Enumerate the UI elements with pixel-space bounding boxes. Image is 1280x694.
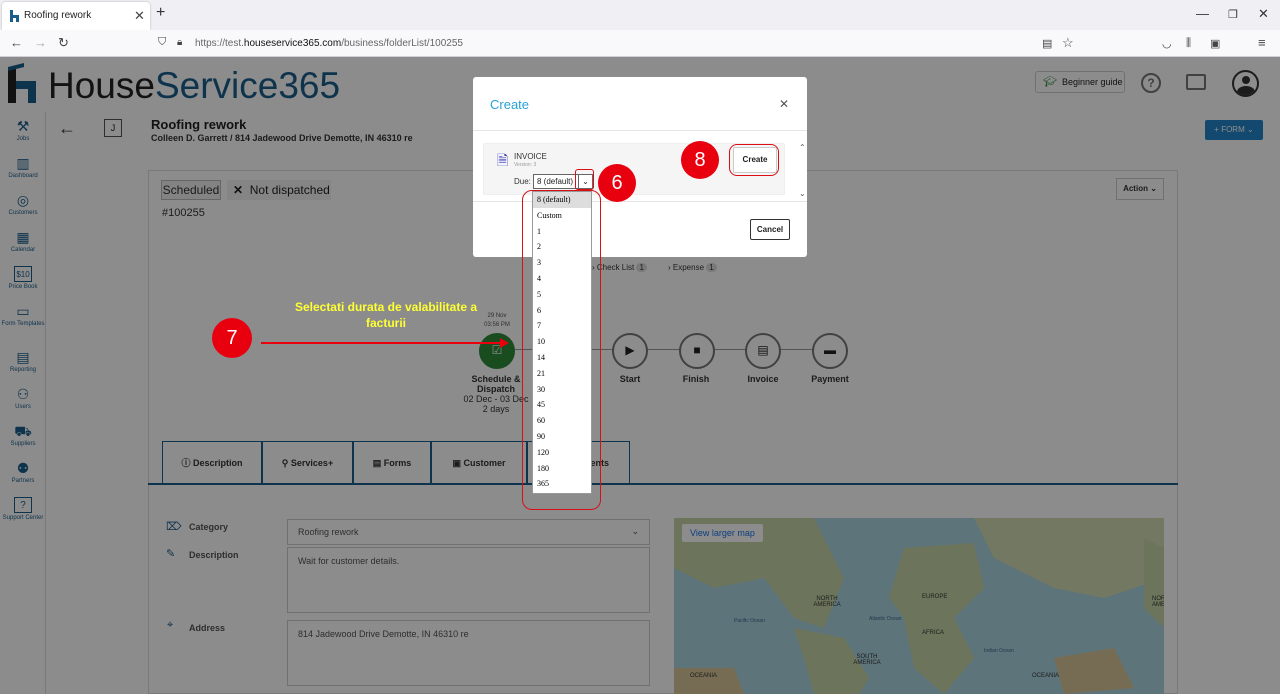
pocket-icon[interactable]: ◡ [1162, 37, 1172, 50]
window-close-icon[interactable]: ✕ [1258, 6, 1269, 22]
due-label: Due: [514, 177, 531, 186]
cancel-button[interactable]: Cancel [750, 219, 790, 240]
annotation-step-6: 6 [598, 164, 636, 202]
browser-nav-bar: ← → ↻ ⛉ 🔒︎ https://test.houseservice365.… [0, 30, 1280, 78]
modal-scrollbar[interactable]: ⌃ ⌄ [799, 143, 806, 201]
address-bar[interactable]: https://test.houseservice365.com/busines… [195, 38, 463, 49]
annotation-arrow [261, 338, 509, 348]
shield-icon[interactable]: ⛉ [158, 36, 166, 49]
annotation-create-highlight [729, 144, 779, 176]
annotation-step-8: 8 [681, 141, 719, 179]
modal-title: Create [490, 97, 530, 112]
forward-icon[interactable]: → [34, 35, 47, 50]
new-tab-icon[interactable]: + [156, 4, 165, 22]
annotation-list-highlight [522, 190, 601, 510]
sidebar-toggle-icon[interactable]: ▣ [1210, 37, 1220, 50]
menu-icon[interactable]: ≡ [1258, 35, 1266, 50]
lock-icon[interactable]: 🔒︎ [177, 37, 182, 48]
close-modal-icon[interactable]: ✕ [779, 97, 789, 111]
library-icon[interactable]: ⫼ [1186, 37, 1191, 50]
callout-line-2: facturii [365, 316, 406, 330]
back-icon[interactable]: ← [10, 35, 23, 50]
annotation-step-7: 7 [212, 318, 252, 358]
browser-tab[interactable]: Roofing rework ✕ [2, 2, 150, 30]
reload-icon[interactable]: ↻ [58, 35, 69, 51]
due-select-value: 8 (default) [537, 177, 574, 186]
url-prefix: https://test. [195, 38, 244, 49]
reader-icon[interactable]: ▤ [1042, 37, 1052, 50]
restore-icon[interactable]: ❐ [1228, 8, 1238, 21]
annotation-callout-text: Selectati durata de valabilitate a factu… [268, 299, 504, 331]
url-domain: houseservice365.com [243, 38, 342, 49]
browser-tab-title: Roofing rework [24, 10, 92, 21]
site-favicon-icon [10, 10, 19, 22]
browser-tab-strip: Roofing rework ✕ + — ❐ ✕ [0, 0, 1280, 30]
callout-line-1: Selectati durata de valabilitate a [294, 300, 478, 314]
invoice-version: Version: 3 [514, 162, 537, 168]
close-tab-icon[interactable]: ✕ [134, 8, 145, 24]
minimize-icon[interactable]: — [1196, 6, 1209, 21]
invoice-doc-icon: 🗎︎ [497, 152, 509, 168]
bookmark-star-icon[interactable]: ☆ [1062, 35, 1074, 51]
annotation-chevron-highlight [575, 169, 594, 190]
invoice-type: INVOICE [514, 152, 547, 161]
url-path: /business/folderList/100255 [341, 38, 463, 49]
modal-divider [473, 130, 807, 131]
